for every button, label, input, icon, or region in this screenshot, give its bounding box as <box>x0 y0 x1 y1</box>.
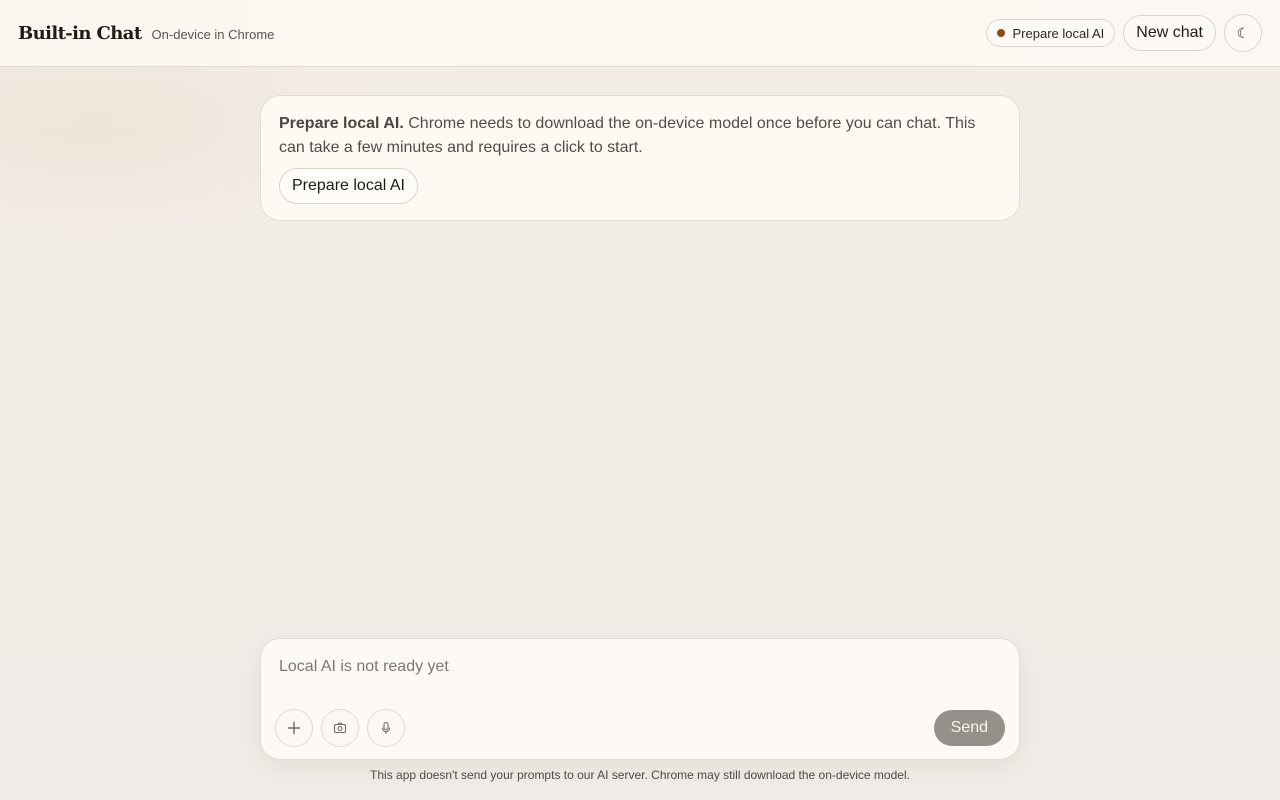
notice-title: Prepare local AI. <box>279 115 404 132</box>
new-chat-button[interactable]: New chat <box>1123 15 1216 51</box>
plus-icon <box>287 721 301 735</box>
top-bar: Built-in Chat On-device in Chrome Prepar… <box>0 0 1280 67</box>
privacy-note: This app doesn't send your prompts to ou… <box>370 768 910 782</box>
composer-tools <box>275 709 405 747</box>
camera-icon <box>333 722 347 734</box>
status-badge[interactable]: Prepare local AI <box>985 19 1116 47</box>
camera-button[interactable] <box>321 709 359 747</box>
attach-button[interactable] <box>275 709 313 747</box>
status-dot-icon <box>996 29 1005 37</box>
header-actions: Prepare local AI New chat ☾ <box>985 14 1262 52</box>
message-input[interactable] <box>279 655 999 679</box>
theme-toggle-button[interactable]: ☾ <box>1224 14 1262 52</box>
app-title: Built-in Chat <box>18 22 142 44</box>
status-label: Prepare local AI <box>1012 25 1105 41</box>
moon-icon: ☾ <box>1236 24 1250 41</box>
notice-text: Prepare local AI. Chrome needs to downlo… <box>279 112 1001 160</box>
send-button[interactable]: Send <box>933 710 1005 746</box>
prepare-ai-notice: Prepare local AI. Chrome needs to downlo… <box>260 95 1020 221</box>
message-composer: Send <box>260 638 1020 760</box>
app-subtitle: On-device in Chrome <box>151 27 275 42</box>
microphone-button[interactable] <box>367 709 405 747</box>
microphone-icon <box>381 721 391 735</box>
prepare-local-ai-button[interactable]: Prepare local AI <box>279 168 418 204</box>
